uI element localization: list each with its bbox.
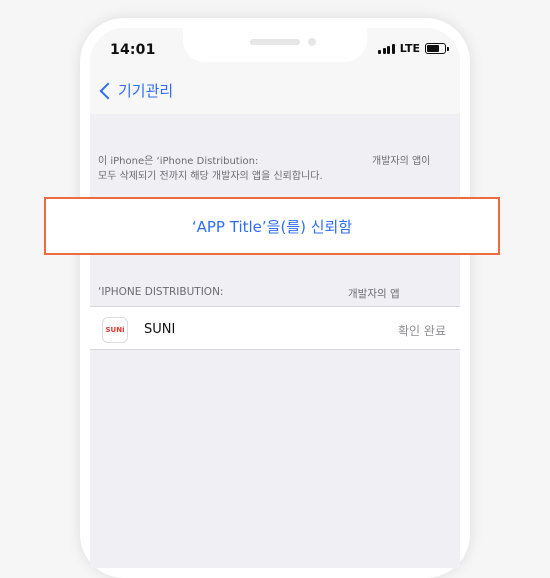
signal-icon	[378, 43, 395, 54]
phone-screen: 14:01 LTE 기기관리 이 iPhone은 ‘iPhone Distrib…	[90, 28, 460, 568]
section-header-left: ‘IPHONE DISTRIBUTION:	[98, 286, 224, 298]
section-header-right: 개발자의 앱	[348, 288, 400, 300]
camera-icon	[308, 38, 316, 46]
speaker-icon	[250, 39, 300, 45]
section-header: ‘IPHONE DISTRIBUTION: 개발자의 앱	[98, 286, 458, 300]
trust-button[interactable]: ‘APP Title’을(를) 신뢰함	[46, 199, 498, 253]
status-indicators: LTE	[378, 42, 449, 55]
back-button[interactable]: 기기관리	[94, 80, 173, 101]
phone-notch	[183, 18, 367, 62]
trust-description: 이 iPhone은 ‘iPhone Distribution: 개발자의 앱이 …	[98, 154, 458, 184]
app-name: SUNI	[144, 322, 176, 337]
network-label: LTE	[399, 42, 420, 55]
status-time: 14:01	[110, 42, 156, 58]
chevron-left-icon	[99, 82, 117, 99]
app-row[interactable]: SUNi SUNI 확인 완료	[90, 306, 460, 350]
battery-icon	[425, 43, 449, 54]
app-logo-icon: SUNi	[102, 317, 128, 343]
back-label: 기기관리	[118, 82, 174, 100]
description-line-1-right: 개발자의 앱이	[372, 156, 431, 167]
highlight-box: ‘APP Title’을(를) 신뢰함	[44, 197, 500, 255]
description-line-2: 모두 삭제되기 전까지 해당 개발자의 앱을 신뢰합니다.	[98, 171, 323, 182]
app-verification-status: 확인 완료	[398, 324, 446, 338]
